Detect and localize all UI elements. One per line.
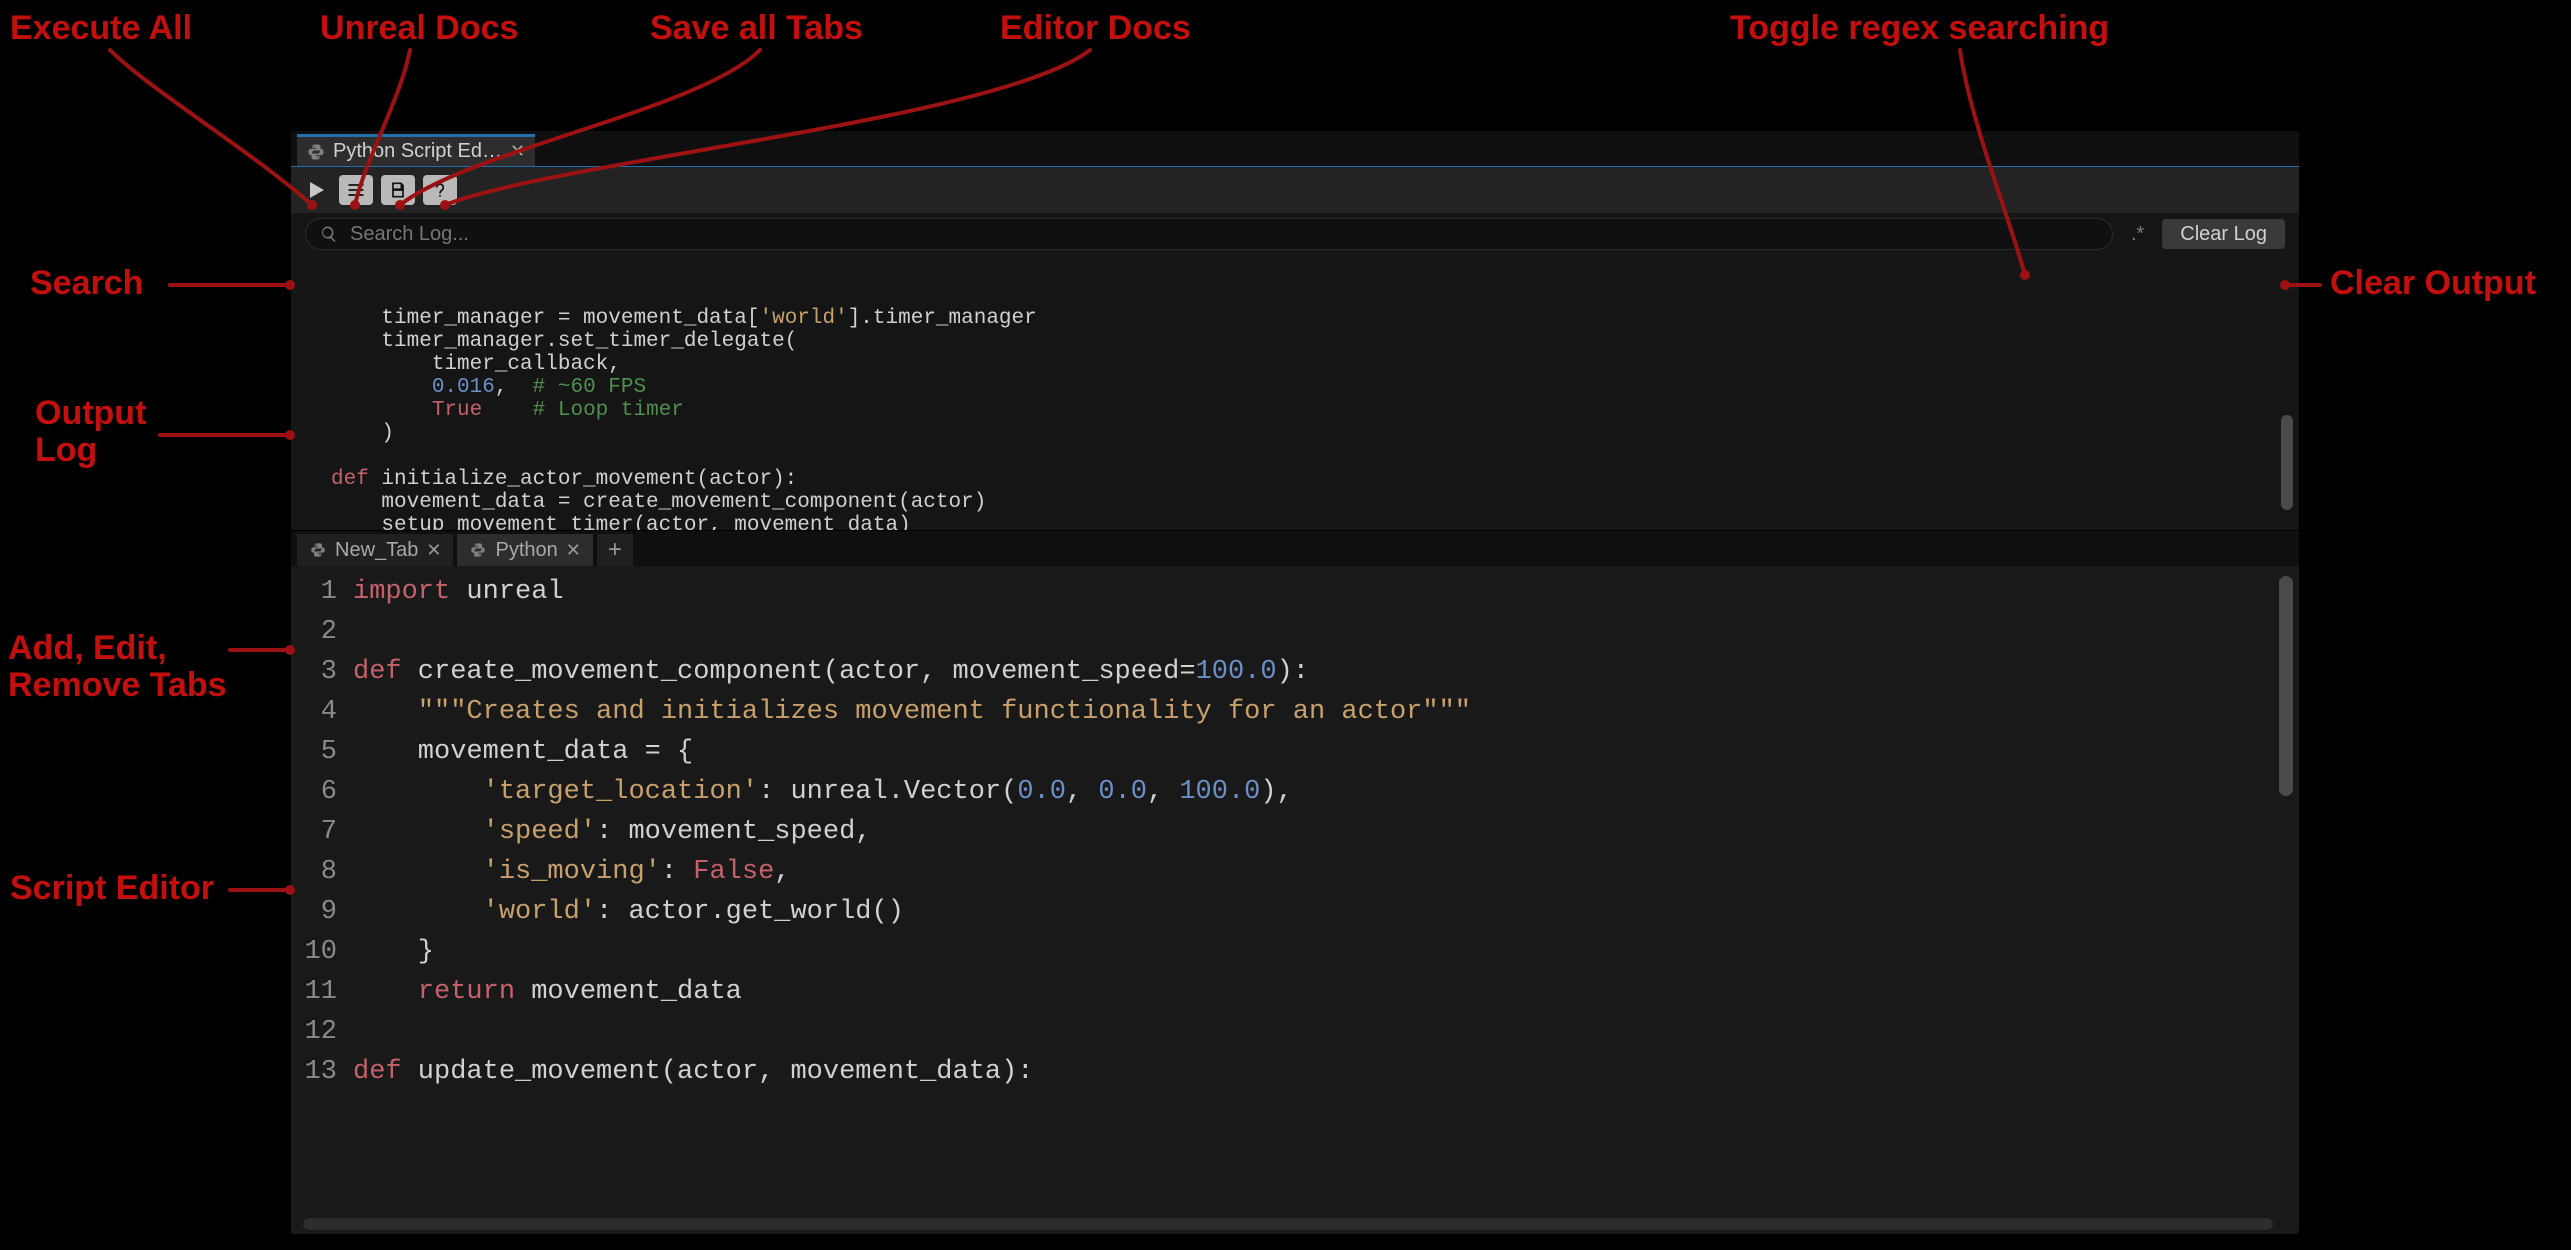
search-icon <box>320 225 338 243</box>
toolbar <box>291 167 2299 213</box>
tab-close-icon[interactable]: ✕ <box>426 540 441 561</box>
annotation-output-log: Output Log <box>35 395 146 470</box>
output-log-content: timer_manager = movement_data['world'].t… <box>331 307 2269 530</box>
python-icon <box>469 541 487 559</box>
python-icon <box>307 143 325 161</box>
lines-icon <box>346 180 366 200</box>
window-title-tab[interactable]: Python Script Ed… ✕ <box>297 134 535 166</box>
save-all-tabs-button[interactable] <box>381 175 415 205</box>
window-title-label: Python Script Ed… <box>333 140 502 163</box>
add-tab-button[interactable]: + <box>597 534 633 566</box>
script-tab-new_tab[interactable]: New_Tab ✕ <box>297 534 453 566</box>
annotation-save-all-tabs: Save all Tabs <box>650 10 863 47</box>
help-icon <box>430 180 450 200</box>
output-log-scrollbar[interactable] <box>2281 415 2293 510</box>
line-number-gutter: 1 2 3 4 5 6 7 8 9 10 11 12 13 <box>291 566 347 1234</box>
unreal-docs-button[interactable] <box>339 175 373 205</box>
editor-docs-button[interactable] <box>423 175 457 205</box>
script-tab-label: Python <box>495 539 557 562</box>
output-log[interactable]: timer_manager = movement_data['world'].t… <box>291 255 2299 530</box>
clear-log-button[interactable]: Clear Log <box>2162 219 2285 249</box>
annotation-clear-output: Clear Output <box>2330 265 2536 302</box>
search-input[interactable] <box>348 222 2098 247</box>
annotation-add-edit-remove: Add, Edit, Remove Tabs <box>8 630 227 705</box>
play-icon <box>304 178 328 202</box>
editor-vscrollbar[interactable] <box>2279 576 2293 796</box>
script-tab-python[interactable]: Python ✕ <box>457 534 592 566</box>
regex-toggle-button[interactable]: .* <box>2125 223 2150 246</box>
annotation-execute-all: Execute All <box>10 10 192 47</box>
execute-all-button[interactable] <box>301 175 331 205</box>
script-editor[interactable]: 1 2 3 4 5 6 7 8 9 10 11 12 13 import unr… <box>291 566 2299 1234</box>
window-title-close-icon[interactable]: ✕ <box>510 141 525 162</box>
editor-hscrollbar[interactable] <box>303 1218 2273 1230</box>
annotation-script-editor: Script Editor <box>10 870 214 907</box>
window-titlebar: Python Script Ed… ✕ <box>291 131 2299 167</box>
save-icon <box>388 180 408 200</box>
script-tabs: New_Tab ✕ Python ✕ + <box>291 530 2299 566</box>
annotation-search: Search <box>30 265 143 302</box>
annotation-editor-docs: Editor Docs <box>1000 10 1191 47</box>
annotation-toggle-regex: Toggle regex searching <box>1730 10 2109 47</box>
python-icon <box>309 541 327 559</box>
search-bar: .* Clear Log <box>291 213 2299 255</box>
python-script-editor-window: Python Script Ed… ✕ .* Clear Log timer_m… <box>290 130 2300 1235</box>
annotation-unreal-docs: Unreal Docs <box>320 10 518 47</box>
search-input-container[interactable] <box>305 218 2113 250</box>
script-tab-label: New_Tab <box>335 539 418 562</box>
code-content[interactable]: import unreal def create_movement_compon… <box>347 566 2299 1234</box>
tab-close-icon[interactable]: ✕ <box>566 540 581 561</box>
